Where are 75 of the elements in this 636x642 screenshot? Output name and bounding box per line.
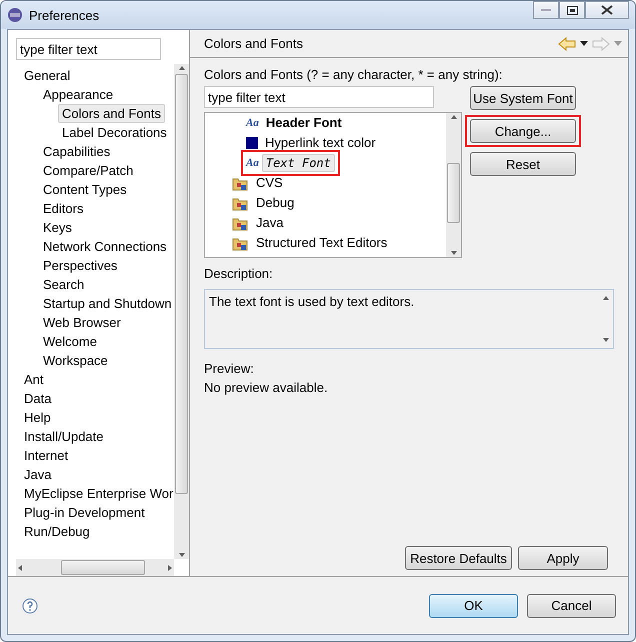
filter-label: Colors and Fonts (? = any character, * = any string): [204, 67, 504, 82]
scroll-left-icon[interactable] [16, 564, 24, 572]
scroll-up-icon[interactable] [602, 294, 610, 302]
filter-field[interactable]: type filter text [204, 86, 434, 108]
tree-item[interactable]: Debug [252, 194, 298, 212]
close-icon [601, 5, 613, 15]
dropdown-icon [614, 41, 622, 46]
font-icon: Aa [246, 117, 259, 129]
tree-item[interactable]: Label Decorations [58, 123, 171, 142]
folder-icon [232, 196, 249, 210]
folder-icon [232, 236, 249, 250]
tree-item[interactable]: Colors and Fonts [58, 104, 165, 123]
horizontal-scrollbar[interactable] [16, 559, 174, 576]
tree-item[interactable]: Plug-in Development [20, 503, 149, 522]
dropdown-icon[interactable] [580, 41, 588, 46]
scroll-right-icon[interactable] [166, 564, 174, 572]
close-button[interactable] [585, 1, 629, 19]
side-button[interactable]: Change... [470, 119, 576, 143]
window-title: Preferences [29, 8, 100, 22]
scroll-down-icon[interactable] [450, 249, 458, 257]
description-text: The text font is used by text editors. [208, 293, 416, 311]
help-icon[interactable] [22, 598, 38, 614]
tree-item[interactable]: CVS [252, 174, 287, 192]
tree-item[interactable]: General [20, 66, 74, 85]
tree-item[interactable]: Keys [39, 218, 76, 237]
folder-icon [232, 176, 249, 190]
tree-item[interactable]: Workspace [39, 351, 112, 370]
scrollbar[interactable] [174, 64, 189, 559]
tree-item[interactable]: Content Types [39, 180, 131, 199]
tree-item[interactable]: Header Font [262, 114, 346, 132]
minimize-icon [541, 8, 551, 12]
side-button[interactable]: Reset [470, 152, 576, 176]
tree-item[interactable]: Capabilities [39, 142, 114, 161]
tree-item[interactable]: Editors [39, 199, 88, 218]
tree-item[interactable]: Data [20, 389, 56, 408]
scroll-down-icon[interactable] [178, 551, 186, 559]
forward-arrow-icon [592, 36, 610, 50]
tree-item[interactable]: MyEclipse Enterprise Wor [20, 484, 174, 503]
tree-item[interactable]: Network Connections [39, 237, 171, 256]
tree-item[interactable]: Compare/Patch [39, 161, 138, 180]
tree-item[interactable]: Web Browser [39, 313, 125, 332]
tree-item[interactable]: Java [20, 465, 56, 484]
side-button[interactable]: Use System Font [470, 86, 576, 110]
font-icon: Aa [246, 157, 259, 169]
scrollbar[interactable] [446, 113, 461, 257]
tree-item[interactable]: Startup and Shutdown [39, 294, 174, 313]
folder-icon [232, 216, 249, 230]
tree-item[interactable]: Perspectives [39, 256, 122, 275]
apply-button[interactable]: Apply [518, 546, 608, 570]
description-label: Description: [204, 266, 274, 281]
tree-item[interactable]: Ant [20, 370, 48, 389]
preview-text: No preview available. [204, 380, 329, 395]
tree-item[interactable]: Search [39, 275, 88, 294]
maximize-icon [566, 6, 578, 14]
restore-defaults-button[interactable]: Restore Defaults [405, 546, 512, 570]
maximize-button[interactable] [559, 1, 585, 19]
tree-item[interactable]: Java [252, 214, 288, 232]
tree-item[interactable]: Welcome [39, 332, 101, 351]
filter-field[interactable]: type filter text [16, 38, 161, 60]
tree-item[interactable]: Internet [20, 446, 72, 465]
tree-item[interactable]: Text Font [262, 154, 335, 172]
tree-item[interactable]: Structured Text Editors [252, 234, 392, 252]
app-icon [7, 7, 23, 23]
dialog-button[interactable]: Cancel [527, 594, 616, 618]
tree-item[interactable]: Install/Update [20, 427, 108, 446]
tree-item[interactable]: Run/Debug [20, 522, 94, 541]
dialog-button[interactable]: OK [429, 594, 518, 618]
scroll-up-icon[interactable] [178, 64, 186, 72]
tree-item[interactable]: Help [20, 408, 55, 427]
tree-item[interactable]: Hyperlink text color [261, 134, 380, 152]
preview-label: Preview: [204, 361, 255, 376]
scroll-up-icon[interactable] [450, 113, 458, 121]
tree-item[interactable]: Appearance [39, 85, 118, 104]
scroll-down-icon[interactable] [602, 336, 610, 344]
page-title: Colors and Fonts [204, 36, 303, 51]
